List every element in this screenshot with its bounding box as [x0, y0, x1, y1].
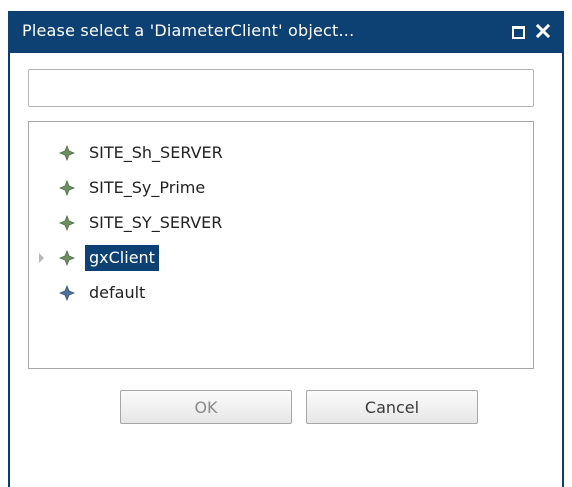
cancel-button[interactable]: Cancel	[306, 390, 478, 424]
tree-item-site-sh-server[interactable]: SITE_Sh_SERVER	[29, 138, 533, 168]
ok-button[interactable]: OK	[120, 390, 292, 424]
tree-item-default[interactable]: default	[29, 278, 533, 308]
tree-item-label: default	[89, 283, 146, 302]
object-tree: SITE_Sh_SERVER SITE_Sy_Prime SITE_SY_SER…	[28, 121, 534, 369]
diamond-node-icon	[59, 250, 75, 266]
maximize-button[interactable]	[508, 20, 528, 42]
tree-item-site-sy-prime[interactable]: SITE_Sy_Prime	[29, 173, 533, 203]
dialog-title: Please select a 'DiameterClient' object.…	[22, 21, 355, 40]
filter-input[interactable]	[28, 69, 534, 107]
tree-item-label: gxClient	[85, 245, 159, 271]
tree-item-label: SITE_SY_SERVER	[89, 213, 223, 232]
maximize-icon	[512, 26, 525, 39]
diamond-node-icon	[59, 145, 75, 161]
dialog-titlebar[interactable]: Please select a 'DiameterClient' object.…	[8, 11, 564, 53]
diamond-node-icon	[59, 285, 75, 301]
tree-item-label: SITE_Sh_SERVER	[89, 143, 223, 162]
close-button[interactable]	[534, 20, 554, 42]
diamond-node-icon	[59, 215, 75, 231]
tree-item-site-sy-server[interactable]: SITE_SY_SERVER	[29, 208, 533, 238]
diamond-node-icon	[59, 180, 75, 196]
tree-item-gxclient[interactable]: gxClient	[29, 243, 533, 273]
expand-arrow-icon[interactable]	[39, 253, 44, 263]
tree-item-label: SITE_Sy_Prime	[89, 178, 206, 197]
close-icon	[536, 24, 550, 38]
